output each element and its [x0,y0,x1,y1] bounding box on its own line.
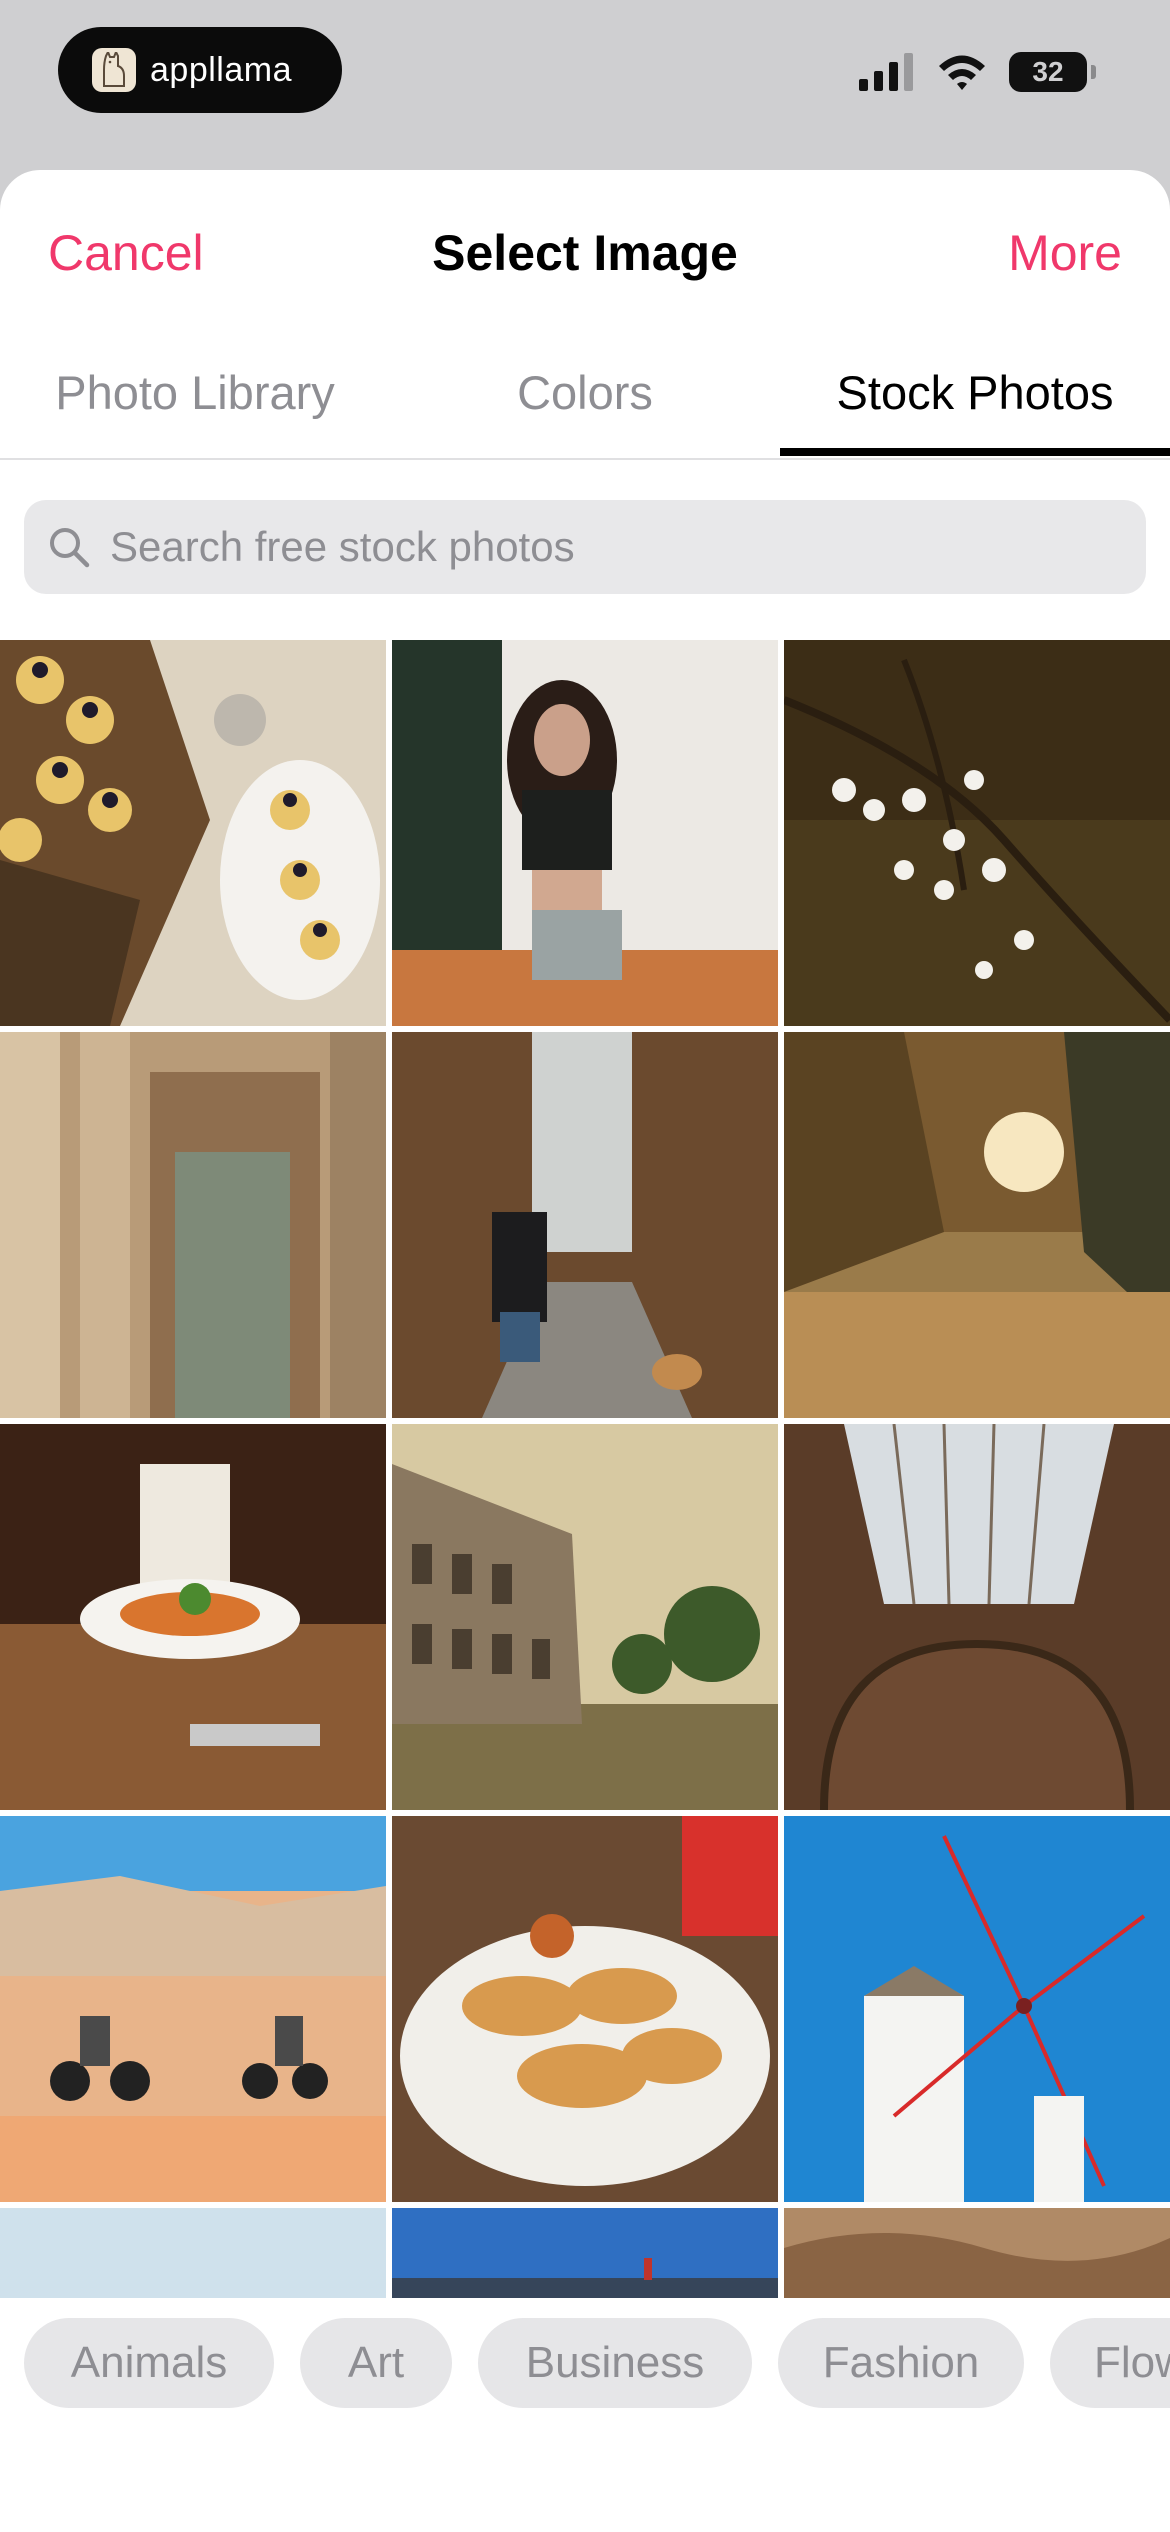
photo-tile[interactable] [392,1032,778,1418]
photo-tile[interactable] [784,2208,1170,2298]
photo-tile[interactable] [0,1816,386,2202]
select-image-sheet: Select Image Cancel More Photo Library C… [0,170,1170,2532]
cellular-signal-icon [859,53,913,91]
llama-logo-icon [92,48,136,92]
photo-tile[interactable] [392,640,778,1026]
photo-tile[interactable] [784,1424,1170,1810]
search-placeholder: Search free stock photos [110,523,575,570]
category-chip-business[interactable]: Business [478,2318,752,2408]
tab-stock-photos[interactable]: Stock Photos [780,365,1170,420]
photo-tile[interactable] [0,640,386,1026]
photo-tile[interactable] [392,1816,778,2202]
more-button[interactable]: More [1008,224,1122,282]
photo-tile[interactable] [392,2208,778,2298]
tab-photo-library[interactable]: Photo Library [0,365,390,420]
photo-tile[interactable] [784,1032,1170,1418]
battery-level: 32 [1032,56,1064,87]
category-chip-art[interactable]: Art [300,2318,452,2408]
search-icon [50,528,90,568]
photo-tile[interactable] [784,640,1170,1026]
category-chip-flow[interactable]: Flow [1050,2318,1170,2408]
status-bar: appllama 32 [0,0,1170,170]
app-indicator-pill[interactable]: appllama [58,27,342,113]
tabs-divider [0,458,1170,460]
search-input[interactable]: Search free stock photos [24,500,1146,594]
category-chip-fashion[interactable]: Fashion [778,2318,1024,2408]
photo-tile[interactable] [0,1424,386,1810]
nav-bar: Select Image Cancel More [0,170,1170,340]
category-chips-bar: Animals Art Business Fashion Flow [0,2298,1170,2532]
app-name: appllama [150,50,292,89]
photo-tile[interactable] [392,1424,778,1810]
photo-tile[interactable] [0,1032,386,1418]
active-tab-indicator [780,448,1170,456]
battery-cap [1091,65,1096,79]
tab-colors[interactable]: Colors [390,365,780,420]
wifi-icon [939,55,985,90]
battery-icon: 32 [1009,52,1087,92]
category-chip-animals[interactable]: Animals [24,2318,274,2408]
photo-tile[interactable] [0,2208,386,2298]
photo-tile[interactable] [784,1816,1170,2202]
cancel-button[interactable]: Cancel [48,224,204,282]
